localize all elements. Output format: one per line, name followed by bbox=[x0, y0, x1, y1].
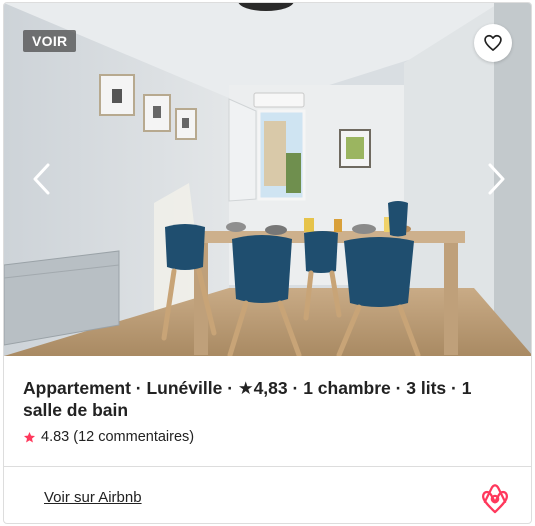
favorite-button[interactable] bbox=[474, 24, 512, 62]
room-photo-illustration bbox=[4, 3, 531, 356]
view-on-airbnb-link[interactable]: Voir sur Airbnb bbox=[44, 489, 142, 506]
card-footer: Voir sur Airbnb bbox=[4, 467, 531, 523]
airbnb-logo bbox=[482, 484, 508, 514]
rating-summary: 4.83 (12 commentaires) bbox=[23, 429, 194, 445]
listing-photo[interactable]: VOIR bbox=[4, 3, 531, 356]
chevron-right-icon bbox=[488, 163, 505, 195]
star-icon bbox=[23, 431, 36, 442]
listing-title[interactable]: Appartement · Lunéville · ★4,83 · 1 cham… bbox=[23, 377, 508, 421]
next-photo-button[interactable] bbox=[483, 161, 509, 197]
listing-card[interactable]: VOIR Appartement · Lunéville · ★4,83 · 1… bbox=[3, 2, 532, 524]
rating-value: 4.83 bbox=[41, 429, 70, 445]
heart-outline-icon bbox=[484, 34, 502, 51]
chevron-left-icon bbox=[33, 163, 50, 195]
view-badge: VOIR bbox=[23, 30, 77, 52]
previous-photo-button[interactable] bbox=[29, 161, 55, 197]
review-count: (12 commentaires) bbox=[73, 429, 195, 445]
listing-info: Appartement · Lunéville · ★4,83 · 1 cham… bbox=[4, 356, 531, 466]
